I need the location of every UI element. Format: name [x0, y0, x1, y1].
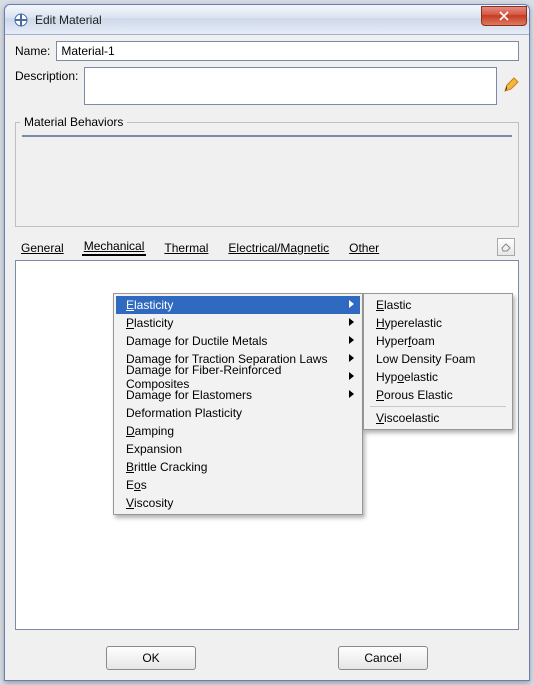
- material-behaviors-group: Material Behaviors: [15, 115, 519, 227]
- submenu-arrow-icon: [349, 354, 354, 362]
- submenu-arrow-icon: [349, 390, 354, 398]
- elasticity-submenu-item[interactable]: Viscoelastic: [366, 409, 510, 427]
- mechanical-menu-item[interactable]: Eos: [116, 476, 360, 494]
- mechanical-menu-item[interactable]: Expansion: [116, 440, 360, 458]
- elasticity-submenu-item[interactable]: Elastic: [366, 296, 510, 314]
- material-behaviors-list[interactable]: [22, 135, 512, 137]
- mechanical-menu-item[interactable]: Viscosity: [116, 494, 360, 512]
- mechanical-menu-item[interactable]: Damping: [116, 422, 360, 440]
- elasticity-submenu-item[interactable]: Hyperfoam: [366, 332, 510, 350]
- window-title: Edit Material: [35, 13, 481, 27]
- cancel-button[interactable]: Cancel: [338, 646, 428, 670]
- elasticity-submenu-item[interactable]: Porous Elastic: [366, 386, 510, 404]
- description-field[interactable]: [84, 67, 497, 105]
- tab-other[interactable]: Other: [347, 239, 381, 256]
- tab-general[interactable]: General: [19, 239, 66, 256]
- mechanical-menu-item[interactable]: Brittle Cracking: [116, 458, 360, 476]
- mechanical-menu: ElasticityPlasticityDamage for Ductile M…: [113, 293, 363, 515]
- category-tabs: General Mechanical Thermal Electrical/Ma…: [15, 237, 519, 258]
- submenu-arrow-icon: [349, 336, 354, 344]
- titlebar[interactable]: Edit Material: [5, 5, 529, 35]
- name-label: Name:: [15, 44, 50, 58]
- elasticity-submenu-separator: [370, 406, 506, 407]
- elasticity-submenu-item[interactable]: Hypoelastic: [366, 368, 510, 386]
- dialog-buttons: OK Cancel: [5, 636, 529, 680]
- erase-icon: [501, 242, 511, 252]
- mechanical-menu-item[interactable]: Elasticity: [116, 296, 360, 314]
- app-icon: [13, 12, 29, 28]
- mechanical-menu-item[interactable]: Damage for Ductile Metals: [116, 332, 360, 350]
- close-button[interactable]: [481, 6, 527, 26]
- edit-material-dialog: Edit Material Name: Description: Materia…: [4, 4, 530, 681]
- elasticity-submenu: ElasticHyperelasticHyperfoamLow Density …: [363, 293, 513, 430]
- mechanical-menu-item[interactable]: Deformation Plasticity: [116, 404, 360, 422]
- submenu-arrow-icon: [349, 318, 354, 326]
- ok-button[interactable]: OK: [106, 646, 196, 670]
- pencil-icon: [503, 77, 519, 93]
- material-behaviors-label: Material Behaviors: [20, 115, 127, 129]
- mechanical-menu-item[interactable]: Damage for Fiber-Reinforced Composites: [116, 368, 360, 386]
- tab-mechanical[interactable]: Mechanical: [82, 237, 147, 256]
- elasticity-submenu-item[interactable]: Hyperelastic: [366, 314, 510, 332]
- delete-behavior-button[interactable]: [497, 238, 515, 256]
- elasticity-submenu-item[interactable]: Low Density Foam: [366, 350, 510, 368]
- description-label: Description:: [15, 67, 78, 83]
- submenu-arrow-icon: [349, 300, 354, 308]
- mechanical-menu-item[interactable]: Damage for Elastomers: [116, 386, 360, 404]
- mechanical-menu-item[interactable]: Plasticity: [116, 314, 360, 332]
- edit-description-button[interactable]: [503, 77, 519, 93]
- dialog-content: Name: Description: Material Behaviors Ge…: [5, 35, 529, 636]
- close-icon: [499, 11, 509, 21]
- submenu-arrow-icon: [349, 372, 354, 380]
- tab-electrical-magnetic[interactable]: Electrical/Magnetic: [226, 239, 331, 256]
- tab-thermal[interactable]: Thermal: [162, 239, 210, 256]
- name-field[interactable]: [56, 41, 519, 61]
